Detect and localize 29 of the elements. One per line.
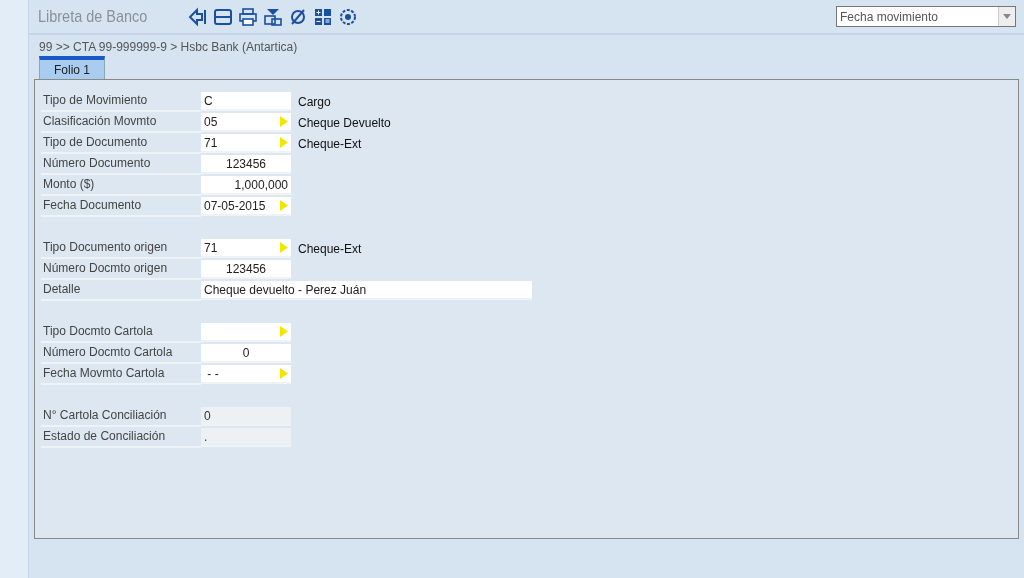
input-field[interactable]: 123456 [201, 155, 291, 174]
input-field[interactable]: Cheque devuelto - Perez Juán [201, 281, 532, 300]
field-description: Cheque-Ext [298, 241, 362, 256]
field-description: Cheque Devuelto [298, 115, 391, 130]
export-icon[interactable] [263, 6, 283, 27]
input-field[interactable]: 0 [201, 407, 291, 426]
calculator-icon[interactable] [313, 6, 333, 27]
target-icon[interactable] [338, 6, 358, 27]
save-icon[interactable] [213, 6, 233, 27]
input-field[interactable] [201, 323, 291, 342]
field-description: Cheque-Ext [298, 136, 362, 151]
input-field[interactable]: 123456 [201, 260, 291, 279]
input-field[interactable]: 05 [201, 113, 291, 132]
input-field[interactable]: 07-05-2015 [201, 197, 291, 216]
tab[interactable]: Folio 1 [39, 56, 106, 79]
input-field[interactable]: C [201, 92, 291, 111]
input-field[interactable]: 71 [201, 134, 291, 153]
print-icon[interactable] [238, 6, 258, 27]
input-field[interactable]: 0 [201, 344, 291, 363]
breadcrumb: 99 >> CTA 99-999999-9 > Hsbc Bank (Antartica) [39, 40, 298, 54]
window-title: Libreta de Banco [38, 6, 149, 27]
caret-icon [1003, 14, 1011, 19]
back-arrow-icon[interactable] [188, 6, 208, 27]
field-description: Cargo [298, 94, 331, 109]
input-field[interactable]: - - [201, 365, 291, 384]
input-field[interactable]: 71 [201, 239, 291, 258]
sort-dropdown[interactable]: Fecha movimiento [836, 6, 1016, 27]
input-field[interactable]: 1,000,000 [201, 176, 291, 195]
input-field[interactable]: . [201, 428, 291, 447]
